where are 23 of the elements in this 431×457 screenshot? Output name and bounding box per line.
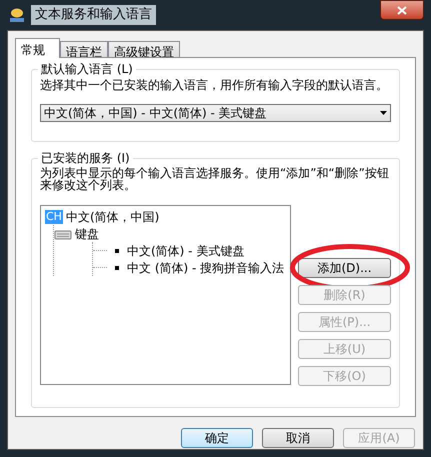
tree-item[interactable]: 中文(简体) - 美式键盘 bbox=[127, 242, 244, 260]
tree-item[interactable]: 中文 (简体) - 搜狗拼音输入法 bbox=[127, 258, 284, 276]
close-button[interactable] bbox=[380, 0, 424, 20]
tree-item[interactable]: 中文(简体，中国) bbox=[66, 208, 160, 226]
bullet-icon bbox=[115, 248, 119, 252]
dialog-button[interactable]: 确定 bbox=[181, 428, 253, 448]
dialog-button[interactable]: 添加(D)... bbox=[298, 258, 391, 278]
tree-item[interactable]: 键盘 bbox=[75, 224, 99, 242]
language-dropdown[interactable]: 中文(简体，中国) - 中文(简体) - 美式键盘 bbox=[40, 104, 391, 122]
group-title: 已安装的服务 (I) bbox=[38, 150, 133, 166]
bullet-icon bbox=[115, 266, 119, 270]
description-text: 为列表中显示的每个输入语言选择服务。使用“添加”和“删除”按钮来修改这个列表。 bbox=[40, 167, 390, 191]
description-text: 选择其中一个已安装的输入语言，用作所有输入字段的默认语言。 bbox=[40, 78, 389, 92]
close-icon bbox=[397, 6, 407, 14]
tab[interactable]: 常规 bbox=[15, 38, 60, 58]
group-title: 默认输入语言 (L) bbox=[38, 61, 136, 77]
dropdown-arrow-icon bbox=[380, 111, 387, 115]
app-icon bbox=[9, 7, 25, 23]
tab[interactable]: 语言栏 bbox=[60, 41, 108, 58]
window-title: 文本服务和输入语言 bbox=[31, 5, 156, 25]
language-badge: CH bbox=[45, 210, 63, 224]
tab[interactable]: 高级键设置 bbox=[108, 41, 180, 58]
dialog-button[interactable]: 取消 bbox=[262, 428, 334, 448]
